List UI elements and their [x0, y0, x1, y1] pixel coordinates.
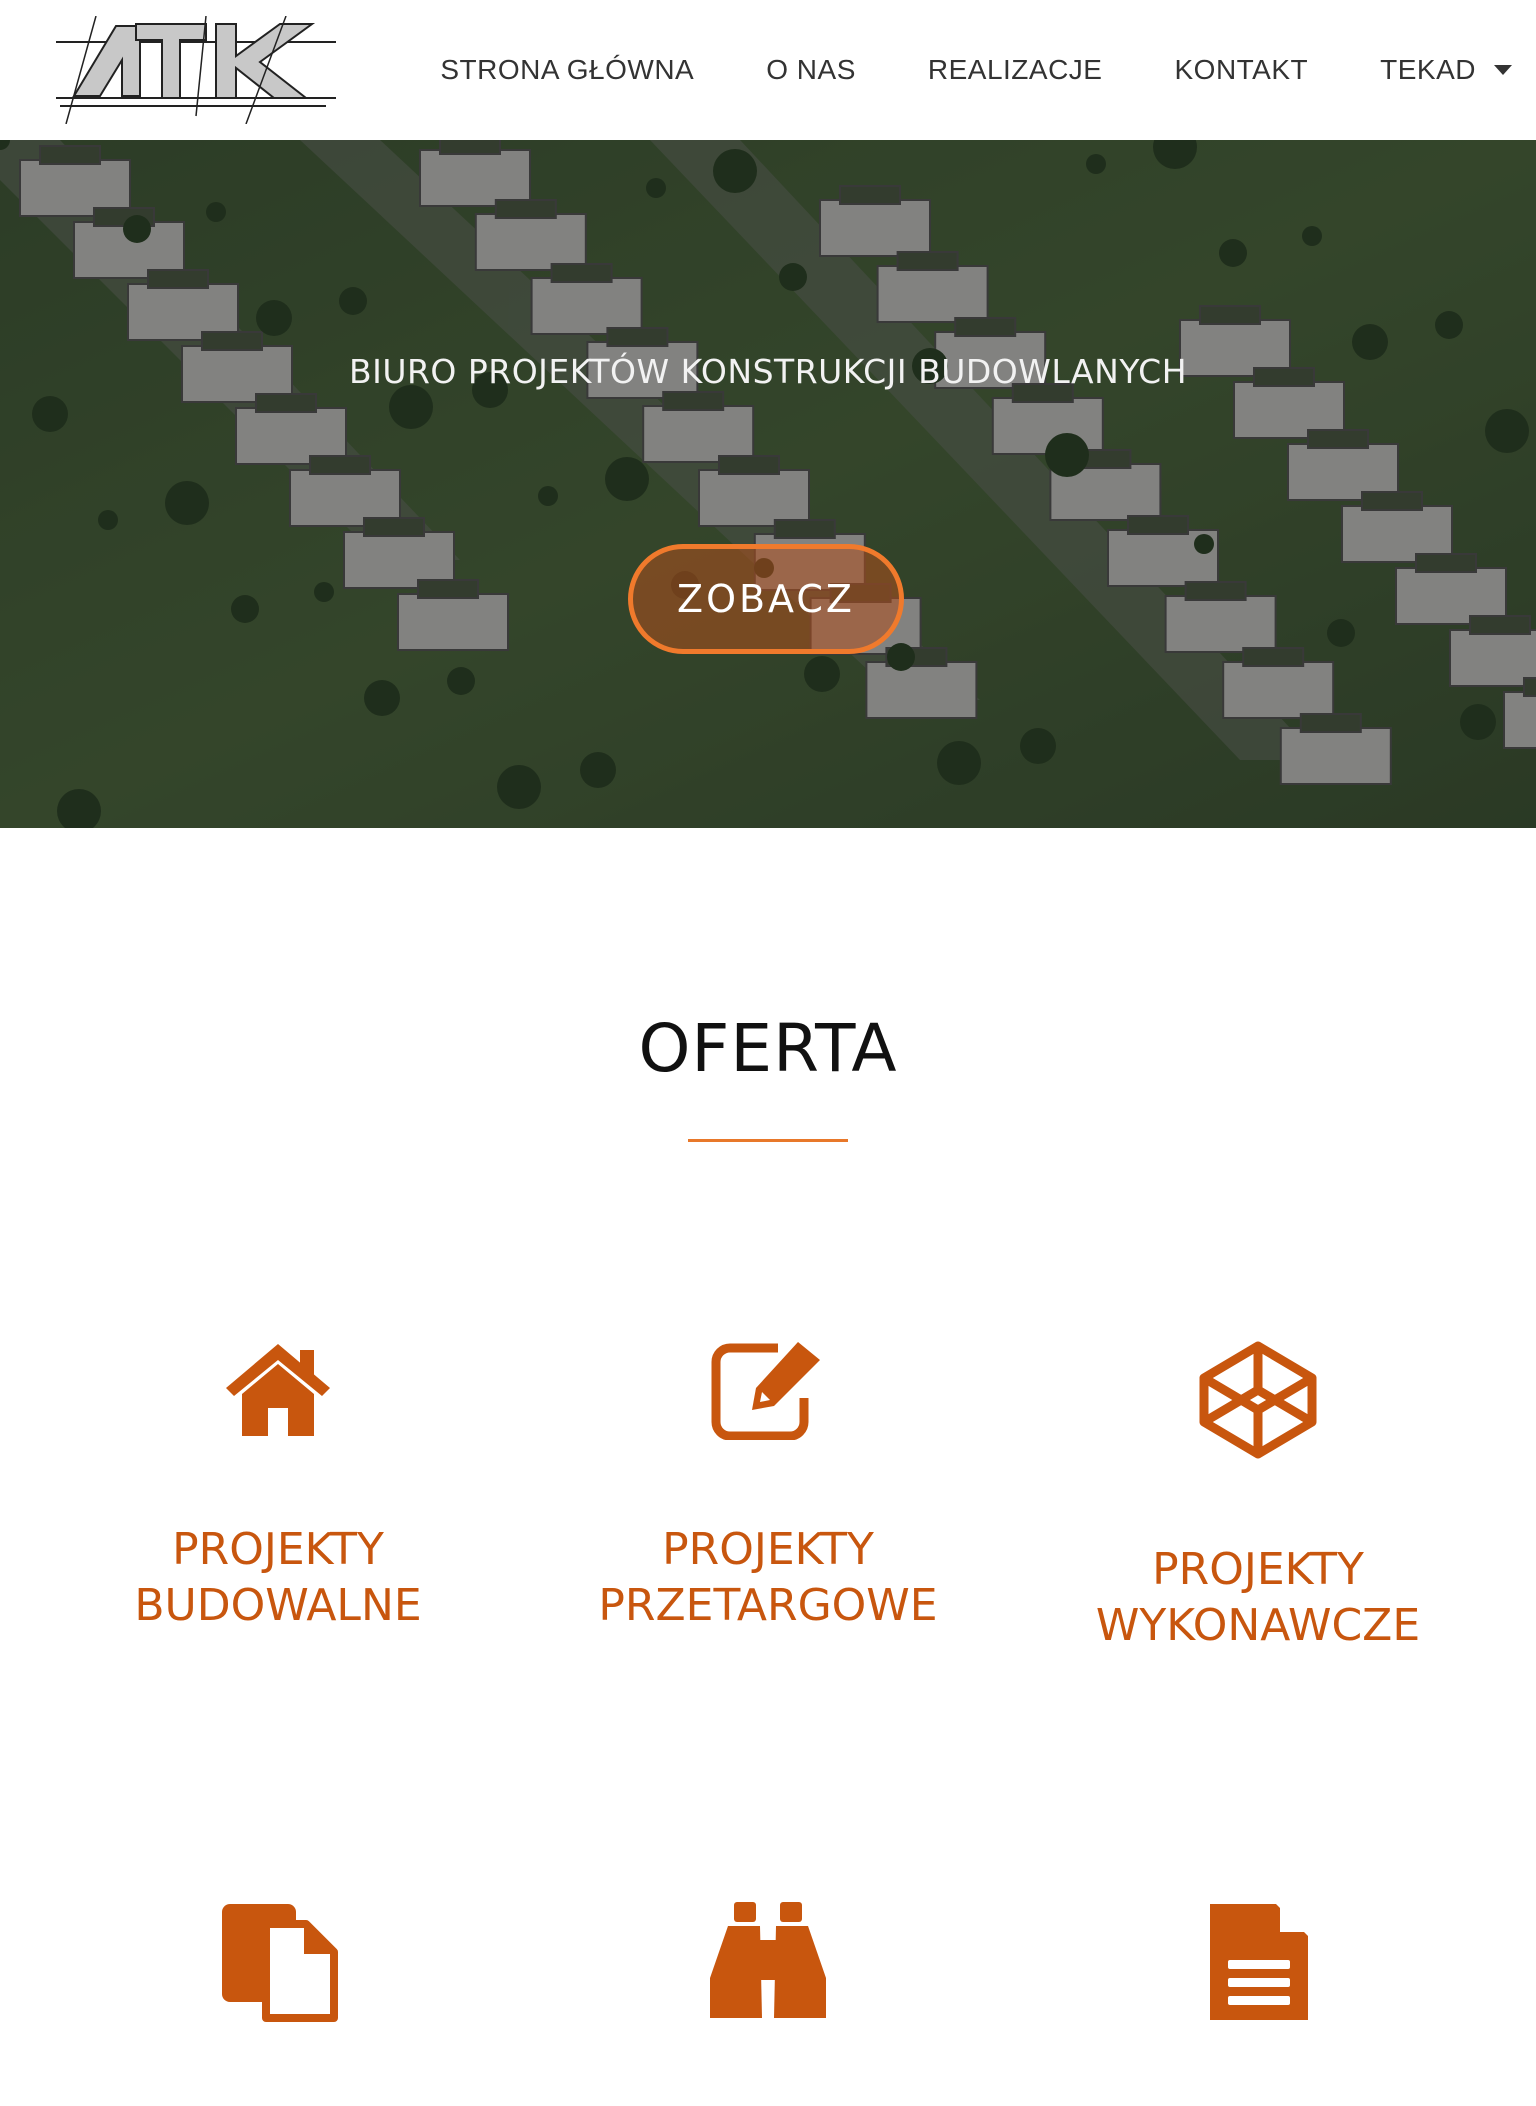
hero-overlay	[0, 140, 1536, 828]
document-icon	[1210, 1904, 1308, 2020]
house-icon	[226, 1344, 330, 1436]
title-underline	[688, 1139, 848, 1142]
nav-item-o-nas[interactable]: O NAS	[766, 54, 856, 86]
offer-item-projekty-przetargowe[interactable]: PROJEKTY PRZETARGOWE	[523, 1340, 1013, 1634]
nav-item-tekad[interactable]: TEKAD	[1380, 54, 1512, 86]
section-title-oferta: OFERTA	[638, 1010, 898, 1087]
nav-item-tekad-label: TEKAD	[1380, 54, 1476, 85]
offer-item-projekty-wykonawcze[interactable]: PROJEKTY WYKONAWCZE	[1013, 1340, 1503, 1654]
atk-logo[interactable]	[56, 16, 336, 124]
copy-files-icon	[222, 1904, 338, 2022]
binoculars-icon	[710, 1902, 826, 2018]
main-nav: STRONA GŁÓWNA O NAS REALIZACJE KONTAKT T…	[440, 0, 1536, 140]
offer-label: PROJEKTY BUDOWALNE	[134, 1524, 422, 1631]
offer-label: PROJEKTY WYKONAWCZE	[1095, 1544, 1421, 1651]
hero-subtitle: BIURO PROJEKTÓW KONSTRUKCJI BUDOWLANYCH	[348, 352, 1188, 391]
nav-item-realizacje[interactable]: REALIZACJE	[928, 54, 1103, 86]
offer-item-document[interactable]	[1013, 1900, 1503, 2106]
hero-banner: BIURO PROJEKTÓW KONSTRUKCJI BUDOWLANYCH …	[0, 140, 1536, 828]
offer-label: PROJEKTY PRZETARGOWE	[598, 1524, 938, 1631]
nav-item-kontakt[interactable]: KONTAKT	[1174, 54, 1308, 86]
edit-icon	[711, 1342, 820, 1440]
offer-item-projekty-budowalne[interactable]: PROJEKTY BUDOWALNE	[33, 1340, 523, 1634]
offer-item-copy-files[interactable]	[33, 1900, 523, 2106]
offer-item-binoculars[interactable]	[523, 1900, 1013, 2106]
nav-item-strona-glowna[interactable]: STRONA GŁÓWNA	[440, 54, 694, 86]
zobacz-button[interactable]: ZOBACZ	[628, 544, 904, 654]
caret-down-icon[interactable]	[1494, 65, 1512, 75]
site-header: STRONA GŁÓWNA O NAS REALIZACJE KONTAKT T…	[0, 0, 1536, 140]
cube-icon	[1199, 1341, 1317, 1459]
